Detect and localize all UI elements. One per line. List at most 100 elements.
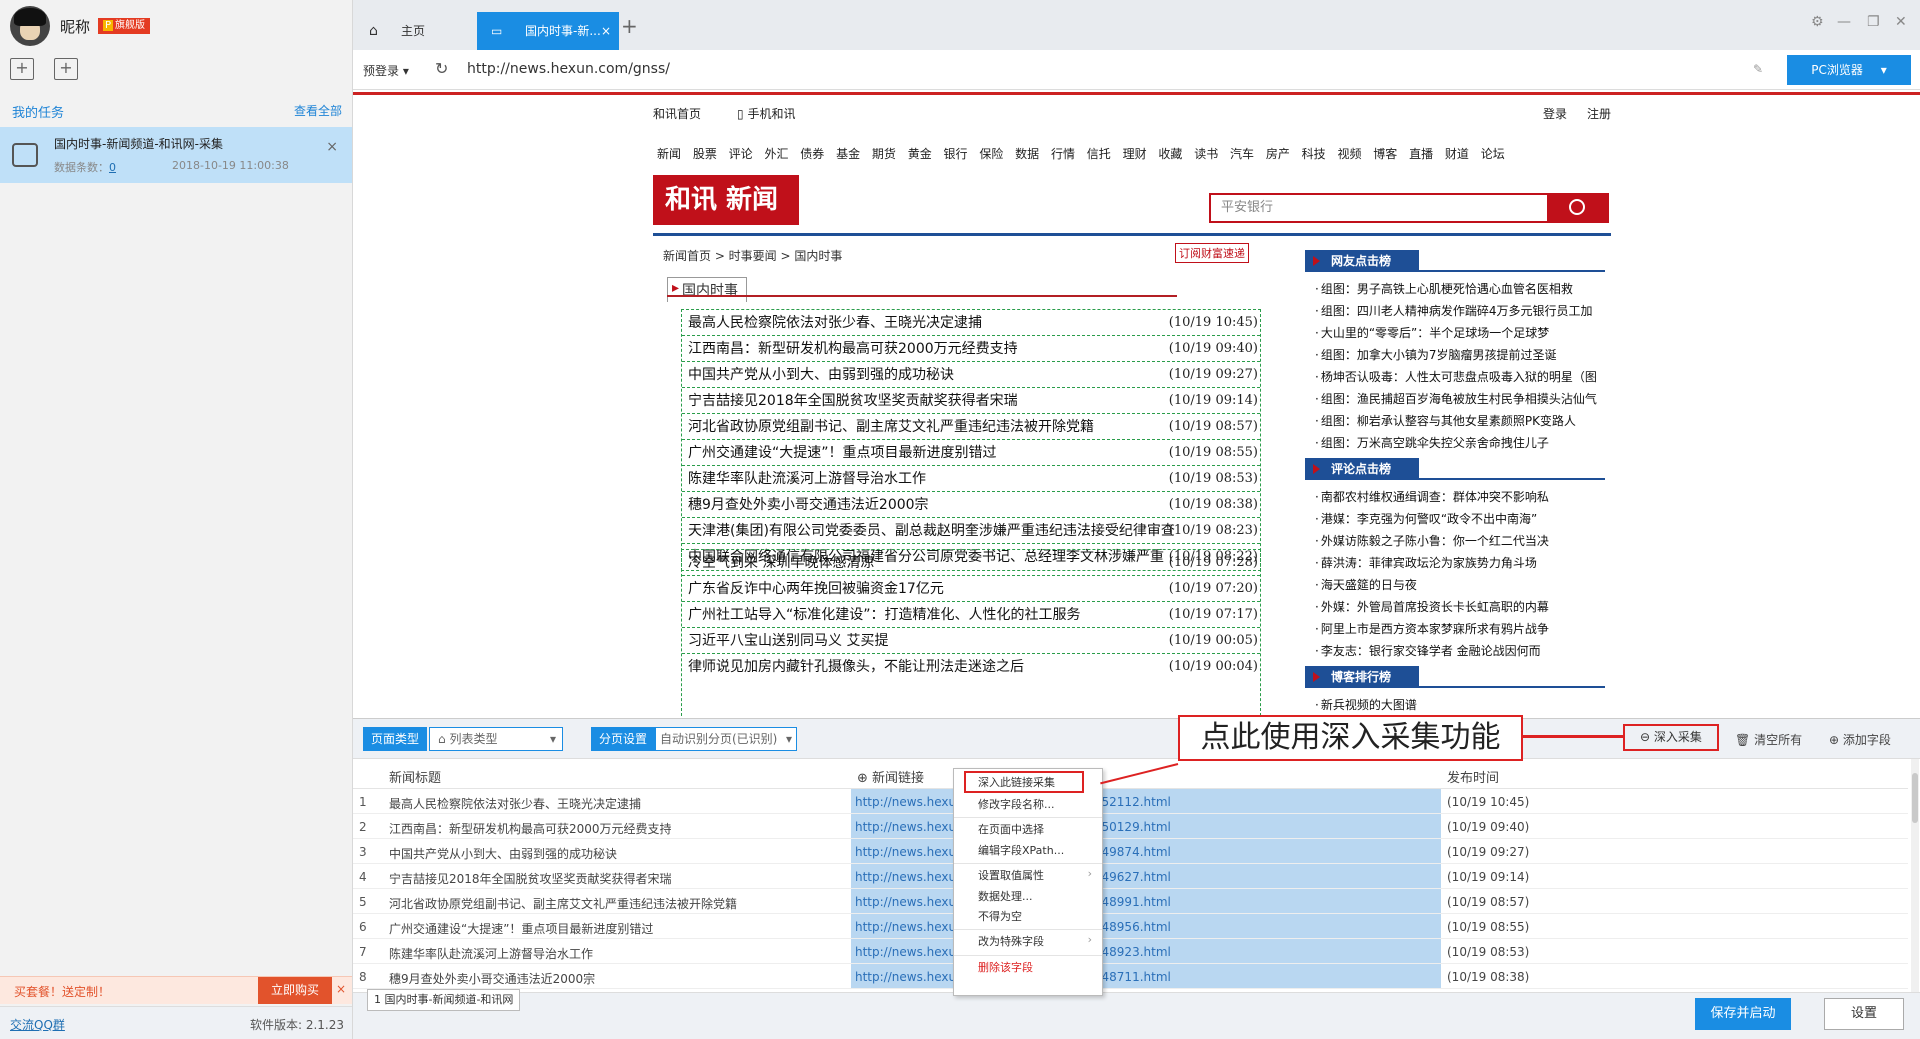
page-type-select[interactable]: ⌂ 列表类型 ▾ xyxy=(429,727,563,751)
news-item[interactable]: 广东省反诈中心两年挽回被骗资金17亿元 (10/19 07:20) xyxy=(682,576,1260,602)
row-time[interactable]: (10/19 08:57) xyxy=(1447,895,1529,909)
rank-item[interactable]: 组图：加拿大小镇为7岁脑瘤男孩提前过圣诞 xyxy=(1305,344,1605,366)
reload-icon[interactable]: ↻ xyxy=(435,59,448,78)
news-item[interactable]: 律师说见加房内藏针孔摄像头，不能让刑法走迷途之后 (10/19 00:04) xyxy=(682,654,1260,680)
news-title[interactable]: 中国共产党从小到大、由弱到强的成功秘诀 xyxy=(688,367,954,383)
minimize-icon[interactable]: — xyxy=(1837,14,1851,30)
news-title[interactable]: 广州交通建设“大提速”！重点项目最新进度别错过 xyxy=(688,445,997,461)
subscribe-link[interactable]: 订阅财富速递 xyxy=(1175,243,1249,263)
news-title[interactable]: 广东省反诈中心两年挽回被骗资金17亿元 xyxy=(688,581,944,597)
rank-item[interactable]: 阿里上市是西方资本家梦寐所求有鸦片战争 xyxy=(1305,618,1605,640)
rank-item[interactable]: 李友志：银行家交锋学者 金融论战因何而 xyxy=(1305,640,1605,662)
table-row[interactable]: 8 穗9月查处外卖小哥交通违法近2000宗 http://news.hexun.co… xyxy=(353,964,1908,989)
menu-select-in-page[interactable]: 在页面中选择 xyxy=(954,817,1102,841)
deep-collect-button[interactable]: ⊖ 深入采集 xyxy=(1623,724,1719,751)
row-title[interactable]: 江西南昌：新型研发机构最高可获2000万元经费支持 xyxy=(389,820,829,837)
user-info[interactable]: 昵称 P 旗舰版 xyxy=(10,6,151,46)
new-folder-icon[interactable]: + xyxy=(54,58,78,80)
rank-item[interactable]: 大山里的“零零后”：半个足球场一个足球梦 xyxy=(1305,322,1605,344)
hexun-news-logo[interactable]: 和讯 新闻 xyxy=(653,175,799,225)
nav-home-link[interactable]: 和讯首页 xyxy=(653,105,701,122)
qq-group-link[interactable]: 交流QQ群 xyxy=(10,1016,65,1033)
edit-icon[interactable]: ✎ xyxy=(1753,62,1763,76)
rank-item[interactable]: 杨坤否认吸毒：人性太可悲盘点吸毒入狱的明星（图 xyxy=(1305,366,1605,388)
table-row[interactable]: 5 河北省政协原党组副书记、副主席艾文礼严重违纪违法被开除党籍 http://new… xyxy=(353,889,1908,914)
row-time[interactable]: (10/19 08:55) xyxy=(1447,920,1529,934)
nav-mobile-link[interactable]: ▯ 手机和讯 xyxy=(737,105,795,122)
table-row[interactable]: 4 宁吉喆接见2018年全国脱贫攻坚奖贡献奖获得者宋瑞 http://news.he… xyxy=(353,864,1908,889)
avatar[interactable] xyxy=(10,6,50,46)
menu-rename[interactable]: 修改字段名称... xyxy=(954,795,1102,815)
menu-data-process[interactable]: 数据处理... xyxy=(954,887,1102,907)
menu-not-empty[interactable]: 不得为空 xyxy=(954,907,1102,927)
row-time[interactable]: (10/19 10:45) xyxy=(1447,795,1529,809)
menu-delete-field[interactable]: 删除该字段 xyxy=(954,955,1102,979)
login-link[interactable]: 登录 xyxy=(1543,105,1567,122)
buy-now-button[interactable]: 立即购买 xyxy=(258,977,332,1004)
row-link[interactable]: http://news.hexun.com/2018-10-19/1949487… xyxy=(851,964,1441,988)
news-item[interactable]: 江西南昌：新型研发机构最高可获2000万元经费支持 (10/19 09:40) xyxy=(682,336,1260,362)
row-link[interactable]: http://news.hexun.com/2018-10-19/1949489… xyxy=(851,914,1441,938)
close-icon[interactable]: × xyxy=(326,139,338,155)
rank-item[interactable]: 海天盛筵的日与夜 xyxy=(1305,574,1605,596)
settings-button[interactable]: 设置 xyxy=(1824,998,1904,1030)
row-link[interactable]: http://news.hexun.com/2018-10-19/1949489… xyxy=(851,889,1441,913)
scrollbar[interactable] xyxy=(1911,759,1919,1004)
close-window-icon[interactable]: ✕ xyxy=(1895,14,1907,30)
rank-item[interactable]: 外媒：外管局首席投资长卡长虹高职的内幕 xyxy=(1305,596,1605,618)
rank-item[interactable]: 港媒：李克强为何警叹“政令不出中南海” xyxy=(1305,508,1605,530)
close-icon[interactable]: × xyxy=(336,982,346,996)
rank-item[interactable]: 南都农村维权通缉调查：群体冲突不影响私 xyxy=(1305,486,1605,508)
breadcrumb[interactable]: 新闻首页 > 时事要闻 > 国内时事 xyxy=(663,247,842,264)
news-title[interactable]: 宁吉喆接见2018年全国脱贫攻坚奖贡献奖获得者宋瑞 xyxy=(688,393,1018,409)
task-count-value[interactable]: 0 xyxy=(109,161,116,174)
news-item[interactable]: 陈建华率队赴流溪河上游督导治水工作 (10/19 08:53) xyxy=(682,466,1260,492)
row-time[interactable]: (10/19 09:14) xyxy=(1447,870,1529,884)
row-link[interactable]: http://news.hexun.com/2018-10-19/1949521… xyxy=(851,789,1441,813)
tab-home[interactable]: ⌂ 主页 xyxy=(353,12,473,50)
view-all-link[interactable]: 查看全部 xyxy=(294,102,342,119)
clear-all-button[interactable]: 🗑 清空所有 xyxy=(1735,731,1802,748)
col-link-header[interactable]: ⊕ 新闻链接 xyxy=(857,767,924,786)
news-title[interactable]: 穗9月查处外卖小哥交通违法近2000宗 xyxy=(688,497,929,513)
save-start-button[interactable]: 保存并启动 xyxy=(1695,998,1791,1030)
news-item[interactable]: 广州社工站导入“标准化建设”：打造精准化、人性化的社工服务 (10/19 07:1… xyxy=(682,602,1260,628)
news-item[interactable]: 冷空气到来 深圳早晚体感清凉 (10/19 07:28) xyxy=(682,550,1260,576)
col-title-header[interactable]: 新闻标题 xyxy=(389,767,829,786)
news-title[interactable]: 江西南昌：新型研发机构最高可获2000万元经费支持 xyxy=(688,341,1018,357)
news-item[interactable]: 宁吉喆接见2018年全国脱贫攻坚奖贡献奖获得者宋瑞 (10/19 09:14) xyxy=(682,388,1260,414)
table-row[interactable]: 3 中国共产党从小到大、由弱到强的成功秘诀 http://news.hexun.co… xyxy=(353,839,1908,864)
rank-item[interactable]: 薛洪涛：菲律宾政坛沦为家族势力角斗场 xyxy=(1305,552,1605,574)
category-nav[interactable]: 新闻 股票 评论 外汇 债券 基金 期货 黄金 银行 保险 数据 行情 信托 理… xyxy=(657,145,1505,162)
new-task-icon[interactable]: + xyxy=(10,58,34,80)
site-search-input[interactable]: 平安银行 xyxy=(1209,193,1549,223)
news-title[interactable]: 习近平八宝山送别同马义 艾买提 xyxy=(688,633,888,649)
row-time[interactable]: (10/19 09:40) xyxy=(1447,820,1529,834)
row-title[interactable]: 宁吉喆接见2018年全国脱贫攻坚奖贡献奖获得者宋瑞 xyxy=(389,870,829,887)
row-time[interactable]: (10/19 09:27) xyxy=(1447,845,1529,859)
menu-edit-xpath[interactable]: 编辑字段XPath... xyxy=(954,841,1102,861)
row-title[interactable]: 中国共产党从小到大、由弱到强的成功秘诀 xyxy=(389,845,829,862)
rank-item[interactable]: 组图：男子高铁上心肌梗死恰遇心血管名医相救 xyxy=(1305,278,1605,300)
table-row[interactable]: 7 陈建华率队赴流溪河上游督导治水工作 http://news.hexun.com/… xyxy=(353,939,1908,964)
rank-item[interactable]: 外媒访陈毅之子陈小鲁：你一个红二代当决 xyxy=(1305,530,1605,552)
rank-item[interactable]: 组图：渔民捕超百岁海龟被放生村民争相摸头沾仙气 xyxy=(1305,388,1605,410)
register-link[interactable]: 注册 xyxy=(1587,105,1611,122)
row-title[interactable]: 广州交通建设“大提速”！重点项目最新进度别错过 xyxy=(389,920,829,937)
task-item[interactable]: 国内时事-新闻频道-和讯网-采集 数据条数：0 2018-10-19 11:00… xyxy=(0,127,352,183)
table-row[interactable]: 2 江西南昌：新型研发机构最高可获2000万元经费支持 http://news.he… xyxy=(353,814,1908,839)
search-icon[interactable] xyxy=(1549,193,1609,223)
news-title[interactable]: 广州社工站导入“标准化建设”：打造精准化、人性化的社工服务 xyxy=(688,607,1081,623)
nickname[interactable]: 昵称 xyxy=(60,16,90,37)
news-title[interactable]: 最高人民检察院依法对张少春、王晓光决定逮捕 xyxy=(688,315,982,331)
news-item[interactable]: 最高人民检察院依法对张少春、王晓光决定逮捕 (10/19 10:45) xyxy=(682,310,1260,336)
add-field-button[interactable]: ⊕ 添加字段 xyxy=(1829,731,1891,748)
table-row[interactable]: 1 最高人民检察院依法对张少春、王晓光决定逮捕 http://news.hexun.… xyxy=(353,789,1908,814)
task-tab[interactable]: 1 国内时事-新闻频道-和讯网 xyxy=(367,989,521,1011)
settings-icon[interactable]: ⚙ xyxy=(1811,14,1824,30)
news-title[interactable]: 天津港(集团)有限公司党委委员、副总裁赵明奎涉嫌严重违纪违法接受纪律审查 xyxy=(688,523,1175,539)
row-title[interactable]: 陈建华率队赴流溪河上游督导治水工作 xyxy=(389,945,829,962)
rank-item[interactable]: 组图：四川老人精神病发作踹碎4万多元银行员工加 xyxy=(1305,300,1605,322)
pc-browser-button[interactable]: PC浏览器 ▾ xyxy=(1787,55,1911,85)
menu-deep-link[interactable]: 深入此链接采集 xyxy=(964,771,1084,793)
